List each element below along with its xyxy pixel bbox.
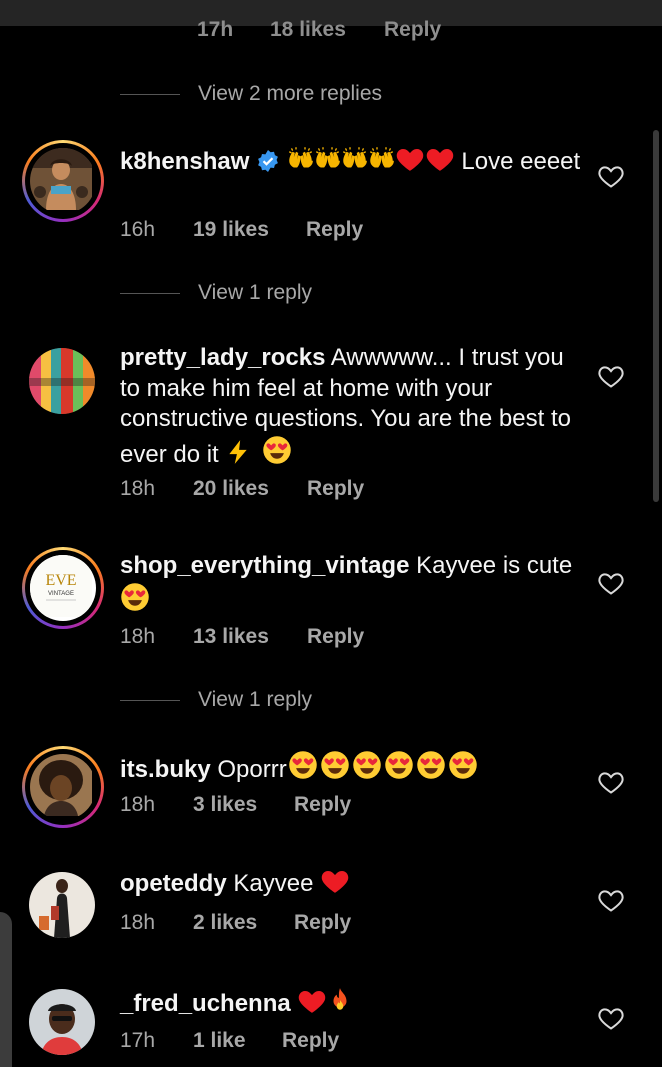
username[interactable]: pretty_lady_rocks [120,344,325,371]
svg-text:EVE: EVE [45,572,76,589]
comment-time: 18h [120,625,156,648]
username[interactable]: its.buky [120,756,211,783]
comment-time: 18h [120,793,156,816]
avatar[interactable] [29,348,95,414]
lightning-icon [225,439,251,465]
like-heart-icon[interactable] [598,165,624,189]
comment-body: _fred_uchenna [120,986,590,1020]
red-heart-icon [425,146,455,172]
avatar-image [30,754,96,820]
heart-eyes-icon [120,582,150,612]
view-more-replies-label: View 2 more replies [198,82,383,105]
comment-body: k8henshaw Love eeeet [120,145,590,178]
reply-button[interactable]: Reply [294,793,351,817]
verified-badge-icon [258,150,278,172]
edge-panel-handle[interactable] [0,912,12,1067]
likes-count[interactable]: 20 likes [193,477,269,501]
reply-button[interactable]: Reply [307,477,364,501]
partial-comment-meta: 17h 18 likes Reply [0,18,662,42]
divider [120,292,180,294]
username[interactable]: shop_everything_vintage [120,552,409,579]
like-heart-icon[interactable] [598,365,624,389]
svg-text:VINTAGE: VINTAGE [48,591,74,597]
heart-eyes-icon [415,750,447,780]
reply-button[interactable]: Reply [307,625,364,649]
like-heart-icon[interactable] [598,771,624,795]
view-replies[interactable]: View 1 reply [120,685,312,715]
view-replies-label: View 1 reply [198,688,313,711]
red-heart-icon [297,988,327,1014]
avatar-image [30,148,96,214]
comment-time: 17h [197,18,234,41]
vintage-logo: EVE VINTAGE [30,555,92,617]
likes-count[interactable]: 3 likes [193,793,257,817]
red-heart-icon [320,868,350,894]
comment-time: 17h [120,1029,156,1052]
comment-body: shop_everything_vintage Kayvee is cute [120,551,590,617]
raised-hands-icon [341,145,368,172]
fire-icon [327,986,353,1014]
reply-button[interactable]: Reply [282,1029,339,1053]
heart-eyes-icon [447,750,479,780]
like-heart-icon[interactable] [598,572,624,596]
raised-hands-icon [287,145,314,172]
view-replies[interactable]: View 1 reply [120,278,312,308]
comment-text: Oporrr [217,756,287,783]
avatar[interactable] [29,989,95,1055]
comment-time: 16h [120,218,156,241]
scrollbar[interactable] [653,130,659,502]
comment-text: Love eeeet [461,148,581,175]
view-replies-label: View 1 reply [198,281,313,304]
reply-button[interactable]: Reply [294,911,351,935]
raised-hands-icon [368,145,395,172]
username[interactable]: opeteddy [120,870,227,897]
avatar[interactable]: EVE VINTAGE [22,547,104,629]
reply-button[interactable]: Reply [306,218,363,242]
red-heart-icon [395,146,425,172]
comment-body: pretty_lady_rocks Awwwww... I trust you … [120,343,590,470]
comment-body: its.buky Oporrr [120,750,590,786]
heart-eyes-icon [262,435,292,465]
avatar-image: EVE VINTAGE [30,555,96,621]
avatar-image [29,989,95,1055]
reply-button[interactable]: Reply [384,18,441,42]
comment-text: Kayvee is cute [416,552,573,579]
username[interactable]: k8henshaw [120,148,249,175]
likes-count[interactable]: 13 likes [193,625,269,649]
username[interactable]: _fred_uchenna [120,990,291,1017]
likes-count[interactable]: 18 likes [270,18,346,42]
avatar[interactable] [22,140,104,222]
comment-text: Kayvee [233,870,314,897]
like-heart-icon[interactable] [598,1007,624,1031]
like-heart-icon[interactable] [598,889,624,913]
view-more-replies[interactable]: View 2 more replies [120,79,382,109]
divider [120,93,180,95]
heart-eyes-icon [383,750,415,780]
avatar-image [29,872,95,938]
divider [120,699,180,701]
likes-count[interactable]: 2 likes [193,911,257,935]
avatar[interactable] [29,872,95,938]
heart-eyes-icon [351,750,383,780]
comment-time: 18h [120,911,156,934]
heart-eyes-icon [287,750,319,780]
heart-eyes-icon [319,750,351,780]
avatar[interactable] [22,746,104,828]
avatar-image [29,348,95,414]
comment-time: 18h [120,477,156,500]
raised-hands-icon [314,145,341,172]
comment-body: opeteddy Kayvee [120,868,590,900]
likes-count[interactable]: 1 like [193,1029,246,1053]
likes-count[interactable]: 19 likes [193,218,269,242]
